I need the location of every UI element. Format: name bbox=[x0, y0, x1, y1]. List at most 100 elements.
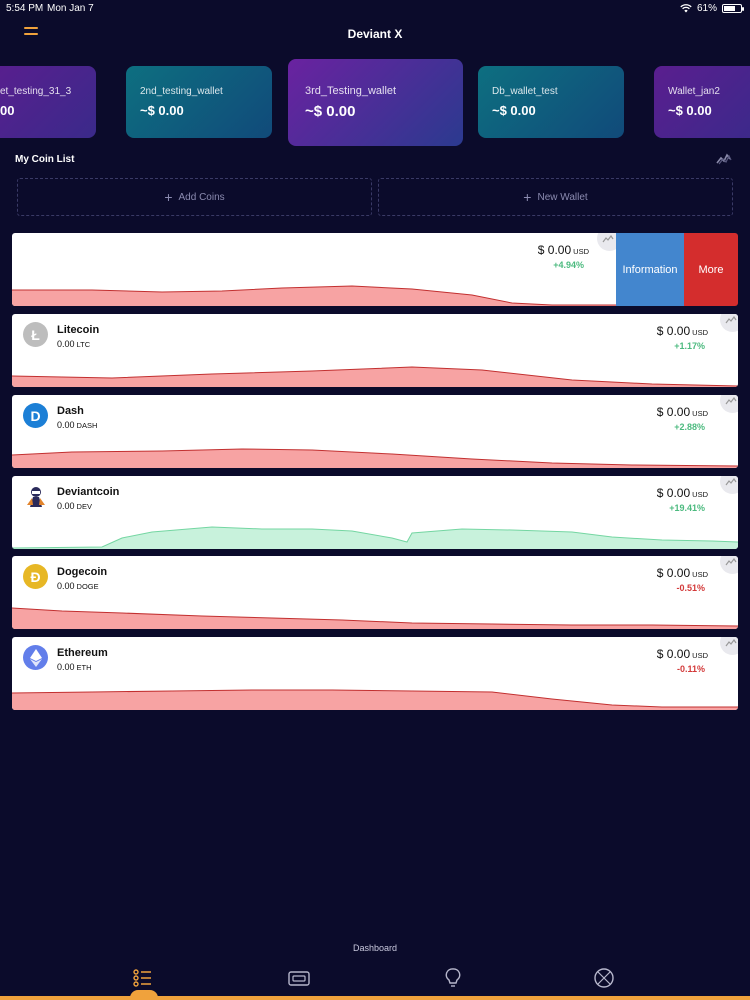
new-wallet-button[interactable]: + New Wallet bbox=[378, 178, 733, 216]
active-tab-label: Dashboard bbox=[352, 943, 398, 953]
coin-row-ethereum[interactable]: Ethereum 0.00 ETH $ 0.00 USD -0.11% bbox=[12, 637, 738, 710]
coin-price: $ 0.00 USD bbox=[657, 647, 708, 661]
coin-sparkline bbox=[12, 526, 738, 549]
coin-amount-value: 0.00 bbox=[57, 339, 75, 349]
coin-sparkline bbox=[12, 689, 738, 710]
lightbulb-icon[interactable] bbox=[441, 966, 465, 990]
coin-name: Dash bbox=[57, 405, 84, 417]
coin-price: $ 0.00 USD bbox=[538, 243, 589, 257]
coin-symbol: LTC bbox=[76, 340, 91, 349]
plus-icon: + bbox=[164, 189, 173, 205]
wallet-card[interactable]: Db_wallet_test ~$ 0.00 bbox=[478, 66, 624, 138]
coin-row-dash[interactable]: D Dash 0.00 DASH $ 0.00 USD +2.88% bbox=[12, 395, 738, 468]
wallet-name: 3rd_Testing_wallet bbox=[305, 85, 397, 97]
coin-amount: 0.00 DASH bbox=[57, 420, 97, 430]
coin-name: Ethereum bbox=[57, 647, 108, 659]
coin-change: +19.41% bbox=[669, 503, 705, 513]
coin-sparkline bbox=[12, 448, 738, 468]
status-right: 61% bbox=[680, 3, 744, 14]
chart-toggle-icon[interactable] bbox=[716, 152, 732, 165]
coin-sparkline bbox=[12, 285, 616, 306]
wallet-balance: ~$ 0.00 bbox=[140, 103, 184, 118]
coin-name: Litecoin bbox=[57, 324, 100, 336]
coin-symbol: DOGE bbox=[76, 582, 99, 591]
coin-amount-value: 0.00 bbox=[57, 501, 75, 511]
coin-change: +2.88% bbox=[674, 422, 705, 432]
coin-symbol: DEV bbox=[76, 502, 92, 511]
wallet-name: Wallet_jan2 bbox=[668, 86, 720, 97]
app-header: Deviant X bbox=[0, 22, 750, 46]
dash-icon: D bbox=[23, 403, 48, 428]
coin-row-deviantcoin[interactable]: Deviantcoin 0.00 DEV $ 0.00 USD +19.41% bbox=[12, 476, 738, 549]
coin-sparkline bbox=[12, 366, 738, 387]
coin-amount-value: 0.00 bbox=[57, 581, 75, 591]
wallet-balance: ~$ 0.00 bbox=[492, 103, 536, 118]
coin-price-value: $ 0.00 bbox=[656, 324, 691, 338]
wallet-card[interactable]: Wallet_jan2 ~$ 0.00 bbox=[654, 66, 750, 138]
coin-price-value: $ 0.00 bbox=[656, 566, 691, 580]
status-bar: 5:54 PM Mon Jan 7 61% bbox=[0, 0, 750, 18]
status-time: 5:54 PM bbox=[6, 3, 44, 14]
wallet-name: Db_wallet_test bbox=[492, 86, 558, 97]
dogecoin-icon: Ð bbox=[23, 564, 48, 589]
battery-icon bbox=[722, 4, 744, 13]
coin-amount: 0.00 LTC bbox=[57, 339, 90, 349]
app-title: Deviant X bbox=[347, 27, 403, 41]
list-icon[interactable] bbox=[131, 966, 155, 990]
coin-currency: USD bbox=[692, 570, 708, 579]
plus-icon: + bbox=[523, 189, 532, 205]
status-date: Mon Jan 7 bbox=[47, 3, 94, 14]
coin-price-value: $ 0.00 bbox=[656, 486, 691, 500]
coin-currency: USD bbox=[692, 490, 708, 499]
coin-price: $ 0.00 USD bbox=[657, 405, 708, 419]
coin-row-litecoin[interactable]: Ł Litecoin 0.00 LTC $ 0.00 USD +1.17% bbox=[12, 314, 738, 387]
coin-amount: 0.00 ETH bbox=[57, 662, 92, 672]
coin-amount-value: 0.00 bbox=[57, 662, 75, 672]
battery-percent: 61% bbox=[696, 3, 717, 14]
coin-amount: 0.00 DEV bbox=[57, 501, 92, 511]
wallet-card[interactable]: et_testing_31_3 00 bbox=[0, 66, 96, 138]
coin-row-dogecoin[interactable]: Ð Dogecoin 0.00 DOGE $ 0.00 USD -0.51% bbox=[12, 556, 738, 629]
coin-list-title: My Coin List bbox=[15, 154, 75, 165]
compass-icon[interactable] bbox=[592, 966, 616, 990]
coin-price-value: $ 0.00 bbox=[537, 243, 572, 257]
coin-row-swiped[interactable]: $ 0.00 USD +4.94% Information More bbox=[12, 233, 738, 306]
wallet-card-selected[interactable]: 3rd_Testing_wallet ~$ 0.00 bbox=[288, 59, 463, 146]
coin-price: $ 0.00 USD bbox=[657, 324, 708, 338]
coin-currency: USD bbox=[692, 328, 708, 337]
wallet-carousel[interactable]: et_testing_31_3 00 2nd_testing_wallet ~$… bbox=[0, 58, 750, 150]
coin-amount: 0.00 DOGE bbox=[57, 581, 99, 591]
wifi-icon bbox=[680, 4, 692, 13]
coin-price: $ 0.00 USD bbox=[657, 566, 708, 580]
coin-name: Dogecoin bbox=[57, 566, 108, 578]
coin-currency: USD bbox=[573, 247, 589, 256]
wallet-card[interactable]: 2nd_testing_wallet ~$ 0.00 bbox=[126, 66, 272, 138]
add-coins-button[interactable]: + Add Coins bbox=[17, 178, 372, 216]
coin-amount-value: 0.00 bbox=[57, 420, 75, 430]
coin-currency: USD bbox=[692, 409, 708, 418]
coin-symbol: ETH bbox=[76, 663, 92, 672]
wallet-name: et_testing_31_3 bbox=[0, 86, 72, 97]
wallet-balance: ~$ 0.00 bbox=[305, 103, 356, 120]
coin-change: -0.51% bbox=[676, 583, 705, 593]
coin-symbol: DASH bbox=[76, 421, 98, 430]
deviantcoin-icon bbox=[23, 484, 48, 509]
coin-change: +1.17% bbox=[674, 341, 705, 351]
coin-change: +4.94% bbox=[553, 260, 584, 270]
coin-row-content[interactable]: $ 0.00 USD +4.94% bbox=[12, 233, 616, 306]
coin-price-value: $ 0.00 bbox=[656, 405, 691, 419]
coin-currency: USD bbox=[692, 651, 708, 660]
wallet-icon[interactable] bbox=[287, 966, 311, 990]
coin-price-value: $ 0.00 bbox=[656, 647, 691, 661]
tab-indicator-bar bbox=[0, 996, 750, 1000]
wallet-balance: 00 bbox=[0, 103, 15, 118]
coin-price: $ 0.00 USD bbox=[657, 486, 708, 500]
bottom-tab-bar bbox=[0, 966, 750, 1000]
add-coins-label: Add Coins bbox=[178, 191, 225, 203]
more-button[interactable]: More bbox=[684, 233, 738, 306]
information-button[interactable]: Information bbox=[616, 233, 684, 306]
coin-change: -0.11% bbox=[676, 664, 705, 674]
coin-sparkline bbox=[12, 607, 738, 629]
coin-name: Deviantcoin bbox=[57, 486, 120, 498]
new-wallet-label: New Wallet bbox=[537, 191, 588, 203]
